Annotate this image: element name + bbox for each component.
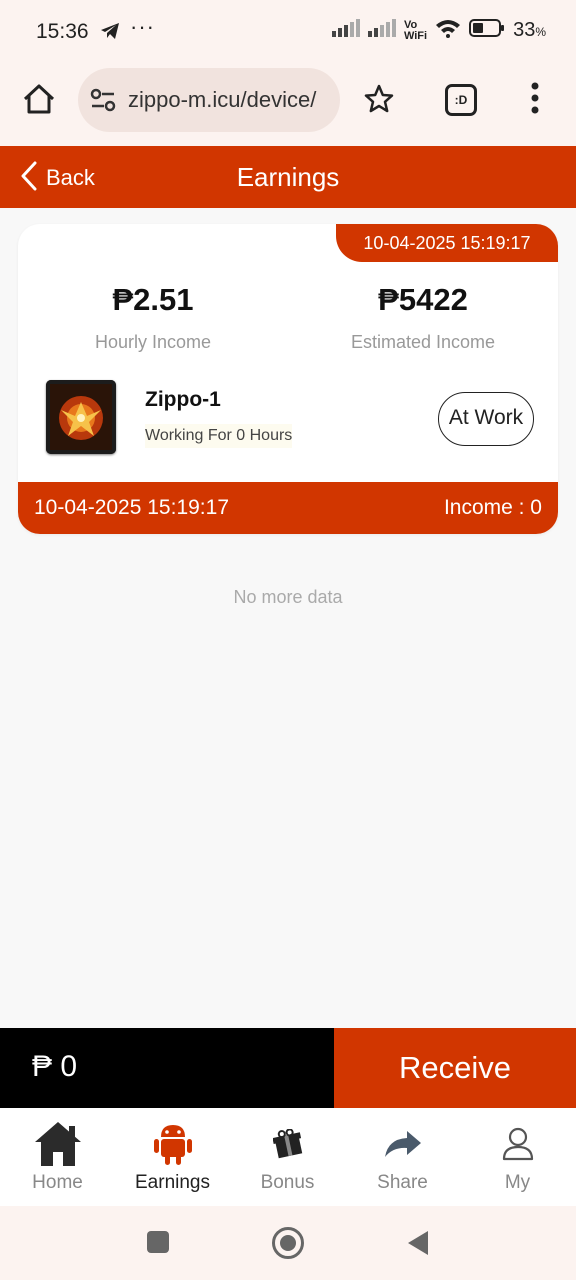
url-text: zippo-m.icu/device/ [128, 87, 317, 112]
tabs-icon[interactable]: :D [445, 84, 477, 116]
card-footer: 10-04-2025 15:19:17 Income : 0 [18, 482, 558, 534]
receive-button[interactable]: Receive [334, 1028, 576, 1108]
footer-date: 10-04-2025 15:19:17 [34, 496, 229, 519]
vowifi-icon: Vo WiFi [403, 18, 428, 42]
telegram-icon [100, 22, 120, 45]
bottom-nav: Home Earnings Bonus Share My [0, 1108, 576, 1206]
wifi-icon [435, 18, 461, 43]
nav-label-home: Home [32, 1172, 83, 1193]
device-earnings-card: 10-04-2025 15:19:17 ₱2.51 Hourly Income … [18, 224, 558, 534]
balance-display: ₱ 0 [0, 1028, 334, 1108]
hourly-income-stat: ₱2.51 Hourly Income [18, 282, 288, 353]
nav-item-my[interactable]: My [460, 1108, 575, 1206]
battery-value: 33 [513, 19, 536, 41]
nav-label-share: Share [377, 1172, 428, 1193]
estimated-income-stat: ₱5422 Estimated Income [288, 282, 558, 353]
estimated-income-value: ₱5422 [378, 282, 468, 317]
nav-item-share[interactable]: Share [345, 1108, 460, 1206]
share-icon [345, 1120, 460, 1168]
battery-icon [469, 19, 505, 42]
more-notifications: ··· [130, 14, 155, 39]
url-bar[interactable]: zippo-m.icu/device/ [78, 68, 340, 132]
nav-item-earnings[interactable]: Earnings [115, 1108, 230, 1206]
device-name: Zippo-1 [145, 388, 221, 411]
battery-unit: % [535, 25, 546, 39]
browser-toolbar: zippo-m.icu/device/ :D [0, 60, 576, 146]
system-nav-bar [0, 1206, 576, 1280]
status-time: 15:36 [36, 20, 89, 43]
app-header: Back Earnings [0, 146, 576, 208]
working-hours-text: Working For 0 Hours [145, 424, 293, 448]
status-bar: 15:36 ··· Vo WiFi 33% [0, 0, 576, 60]
home-button[interactable] [271, 1226, 305, 1265]
vowifi-bottom: WiFi [403, 29, 428, 42]
list-end-text: No more data [233, 587, 343, 607]
battery-percent: 33% [513, 19, 546, 42]
nav-item-bonus[interactable]: Bonus [230, 1108, 345, 1206]
home-icon [0, 1120, 115, 1168]
recent-apps-button[interactable] [146, 1230, 170, 1259]
hourly-income-label: Hourly Income [94, 332, 212, 352]
star-icon[interactable] [364, 84, 394, 119]
signal-icon [331, 19, 360, 42]
menu-icon[interactable] [530, 82, 540, 119]
page-title: Earnings [236, 162, 340, 192]
estimated-income-label: Estimated Income [350, 332, 496, 352]
user-icon [460, 1120, 575, 1168]
device-image [46, 380, 116, 454]
android-icon [115, 1120, 230, 1168]
vowifi-top: Vo [403, 18, 418, 31]
nav-label-my: My [504, 1172, 531, 1193]
signal-icon [367, 19, 396, 42]
gift-icon [230, 1120, 345, 1168]
home-icon[interactable] [22, 82, 56, 116]
site-settings-icon[interactable] [90, 88, 116, 117]
status-badge[interactable]: At Work [438, 392, 534, 446]
nav-item-home[interactable]: Home [0, 1108, 115, 1206]
back-nav-button[interactable] [406, 1229, 430, 1262]
hourly-income-value: ₱2.51 [112, 282, 194, 317]
nav-label-earnings: Earnings [135, 1172, 210, 1193]
card-date-tag: 10-04-2025 15:19:17 [336, 224, 558, 262]
nav-label-bonus: Bonus [260, 1172, 315, 1193]
footer-income: Income : 0 [443, 496, 542, 519]
balance-value: ₱ 0 [32, 1050, 78, 1083]
